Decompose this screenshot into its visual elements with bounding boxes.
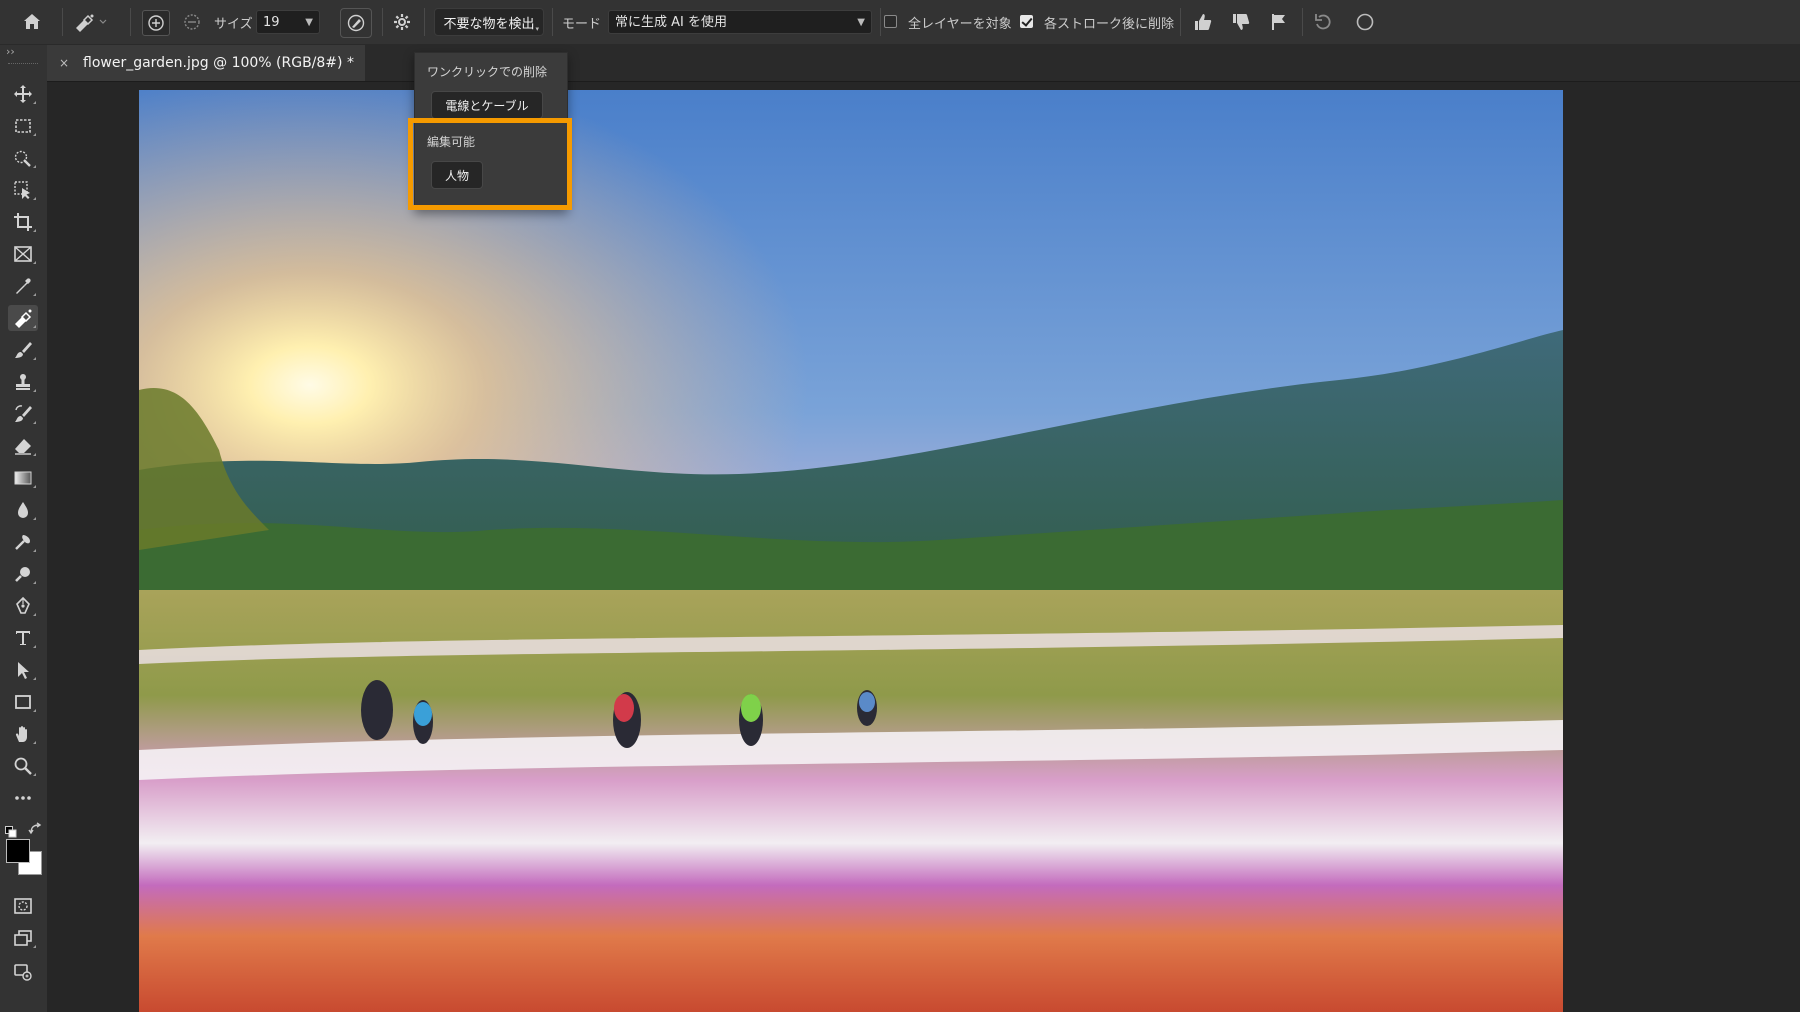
document-tab-title: flower_garden.jpg @ 100% (RGB/8#) *: [83, 55, 354, 71]
screen-mode-icon[interactable]: [8, 925, 38, 951]
size-value: 19: [263, 15, 280, 30]
mode-value: 常に生成 AI を使用: [615, 15, 727, 30]
pressure-size-icon[interactable]: [340, 8, 372, 38]
undo-icon[interactable]: [1310, 10, 1336, 34]
quick-selection-tool-icon[interactable]: [8, 145, 38, 171]
find-distractions-menu: ワンクリックでの削除 電線とケーブル 編集可能 人物: [414, 52, 568, 210]
document-tab[interactable]: × flower_garden.jpg @ 100% (RGB/8#) *: [47, 45, 365, 81]
quick-mask-icon[interactable]: [8, 893, 38, 919]
editable-label: 編集可能: [427, 135, 476, 149]
crop-tool-icon[interactable]: [8, 209, 38, 235]
thumbs-down-icon[interactable]: [1228, 10, 1254, 34]
collapse-panel-icon[interactable]: ››: [6, 45, 15, 58]
brush-tool-icon[interactable]: [8, 337, 38, 363]
people-label: 人物: [444, 168, 469, 183]
remove-tool-preset-icon[interactable]: [70, 9, 110, 35]
all-layers-label: 全レイヤーを対象: [908, 17, 1012, 32]
canvas-area[interactable]: [47, 82, 1800, 1012]
add-to-area-icon[interactable]: [142, 10, 170, 36]
tools-panel: ››: [0, 45, 48, 1012]
wires-and-cables-button[interactable]: 電線とケーブル: [431, 91, 543, 119]
rectangle-tool-icon[interactable]: [8, 689, 38, 715]
default-colors-icon[interactable]: [5, 823, 17, 838]
find-distractions-label: 不要な物を検出: [443, 16, 535, 32]
cancel-circle-icon[interactable]: [1352, 10, 1378, 34]
chevron-down-icon[interactable]: ▼: [857, 11, 865, 35]
subtract-from-area-icon[interactable]: [180, 10, 204, 34]
options-bar: サイズ 19 ▼ 不要な物を検出 ▾ モード 常に生成 AI を使用 ▼ 全レイ…: [0, 0, 1800, 45]
wires-and-cables-label: 電線とケーブル: [445, 98, 529, 113]
blur-tool-icon[interactable]: [8, 497, 38, 523]
object-selection-tool-icon[interactable]: [8, 177, 38, 203]
path-selection-tool-icon[interactable]: [8, 657, 38, 683]
home-icon[interactable]: [18, 9, 46, 35]
mode-select[interactable]: 常に生成 AI を使用 ▼: [608, 10, 872, 34]
caret-icon: ▾: [535, 25, 539, 33]
flag-icon[interactable]: [1266, 10, 1292, 34]
type-tool-icon[interactable]: [8, 625, 38, 651]
size-input[interactable]: 19 ▼: [256, 10, 320, 34]
foreground-color-swatch[interactable]: [6, 839, 30, 863]
document-tab-bar: × flower_garden.jpg @ 100% (RGB/8#) *: [47, 45, 1800, 82]
share-for-review-icon[interactable]: [8, 959, 38, 985]
eyedropper-tool-icon[interactable]: [8, 273, 38, 299]
find-distractions-button[interactable]: 不要な物を検出 ▾: [434, 8, 544, 36]
zoom-tool-icon[interactable]: [8, 753, 38, 779]
move-tool-icon[interactable]: [8, 81, 38, 107]
all-layers-checkbox[interactable]: [884, 15, 897, 28]
more-tools-icon[interactable]: [8, 785, 38, 811]
history-brush-tool-icon[interactable]: [8, 401, 38, 427]
panel-grip[interactable]: [8, 63, 38, 66]
hand-tool-icon[interactable]: [8, 721, 38, 747]
size-label: サイズ: [214, 17, 253, 32]
clone-stamp-tool-icon[interactable]: [8, 369, 38, 395]
people-button[interactable]: 人物: [431, 161, 483, 189]
frame-tool-icon[interactable]: [8, 241, 38, 267]
delete-after-stroke-checkbox[interactable]: [1020, 15, 1033, 28]
close-icon[interactable]: ×: [59, 56, 75, 70]
eraser-tool-icon[interactable]: [8, 433, 38, 459]
chevron-down-icon[interactable]: ▼: [305, 11, 313, 35]
swap-colors-icon[interactable]: [28, 821, 42, 835]
dodge-tool-icon[interactable]: [8, 529, 38, 555]
thumbs-up-icon[interactable]: [1190, 10, 1216, 34]
pen-tool-icon[interactable]: [8, 593, 38, 619]
sponge-search-tool-icon[interactable]: [8, 561, 38, 587]
delete-after-stroke-label: 各ストローク後に削除: [1044, 17, 1175, 32]
marquee-tool-icon[interactable]: [8, 113, 38, 139]
mode-label: モード: [562, 17, 602, 32]
flower-garden-image[interactable]: [139, 90, 1563, 1012]
gear-icon[interactable]: [390, 10, 414, 34]
one-click-remove-label: ワンクリックでの削除: [427, 65, 548, 79]
remove-tool-icon[interactable]: [8, 305, 38, 331]
gradient-tool-icon[interactable]: [8, 465, 38, 491]
